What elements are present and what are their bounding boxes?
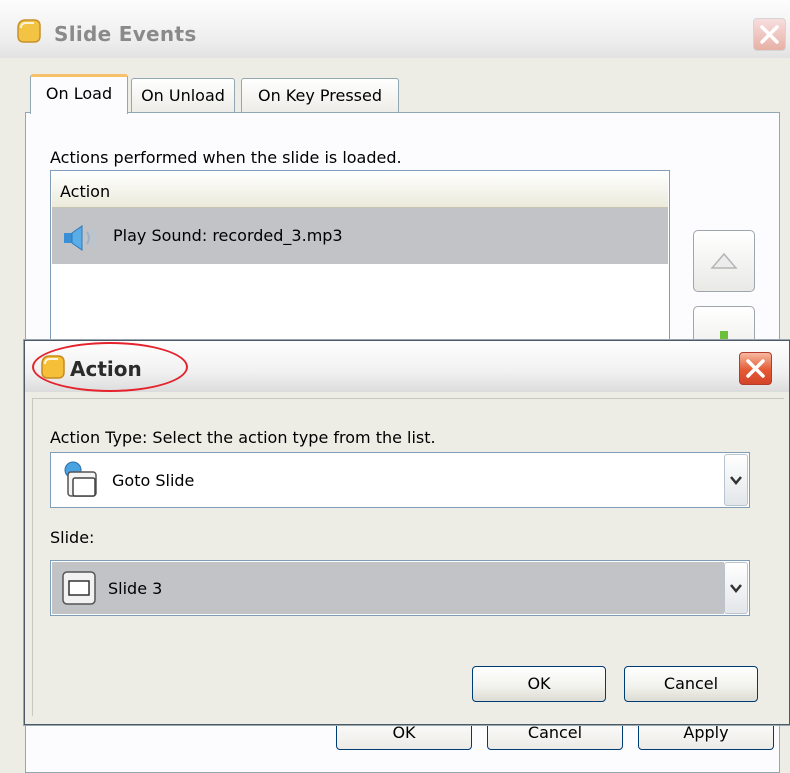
slide-icon (62, 571, 96, 605)
action-type-value: Goto Slide (112, 471, 195, 490)
actions-caption: Actions performed when the slide is load… (50, 148, 402, 167)
action-dialog-close-button[interactable] (739, 352, 772, 385)
chevron-down-icon (730, 584, 742, 593)
close-icon (746, 359, 765, 378)
cancel-button[interactable]: Cancel (624, 666, 758, 702)
move-up-button[interactable] (693, 230, 755, 292)
speaker-icon (64, 225, 96, 251)
ok-button[interactable]: OK (472, 666, 606, 702)
close-icon (760, 25, 779, 44)
action-type-dropdown-button[interactable] (724, 454, 748, 506)
tab-on-unload[interactable]: On Unload (131, 78, 235, 114)
slide-value: Slide 3 (108, 579, 163, 598)
action-column-header: Action (60, 182, 111, 201)
slide-dropdown-button[interactable] (724, 562, 748, 614)
chevron-down-icon (730, 476, 742, 485)
title-highlight-ellipse (32, 342, 188, 392)
tab-on-key-pressed[interactable]: On Key Pressed (241, 78, 399, 114)
slide-events-close-button[interactable] (753, 18, 786, 51)
app-icon (17, 19, 41, 43)
slide-events-title: Slide Events (54, 22, 197, 46)
tab-on-load[interactable]: On Load (30, 74, 128, 114)
slide-caption: Slide: (50, 528, 95, 547)
action-type-caption: Action Type: Select the action type from… (50, 428, 436, 447)
triangle-up-icon (710, 252, 738, 269)
action-row-label: Play Sound: recorded_3.mp3 (113, 226, 343, 245)
action-list-header[interactable] (52, 172, 668, 208)
goto-slide-icon (64, 461, 97, 497)
